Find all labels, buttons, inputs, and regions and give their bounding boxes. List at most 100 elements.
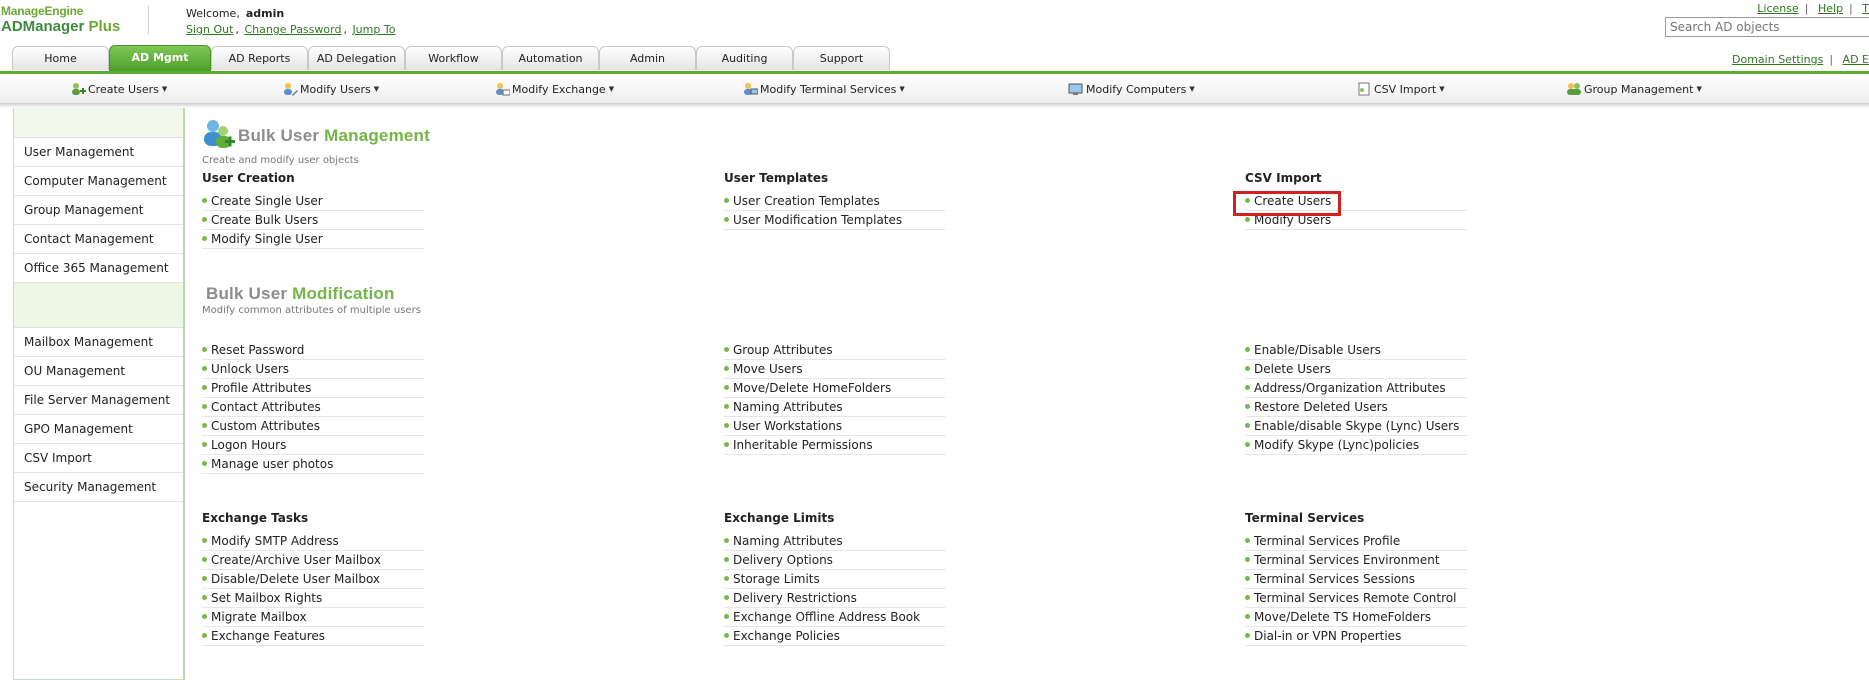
link-create-archive-user-mailbox[interactable]: Create/Archive User Mailbox	[202, 551, 424, 570]
link-exchange-offline-address-book[interactable]: Exchange Offline Address Book	[724, 608, 946, 627]
sidebar-item-contact-management[interactable]: Contact Management	[14, 225, 184, 254]
sidebar-item-computer-management[interactable]: Computer Management	[14, 167, 184, 196]
link-reset-password[interactable]: Reset Password	[202, 341, 424, 360]
jump-to-link[interactable]: Jump To	[352, 23, 395, 36]
bulk-user-management-icon	[204, 120, 235, 148]
link-ts-remote-control[interactable]: Terminal Services Remote Control	[1245, 589, 1467, 608]
group-title-exchange-tasks: Exchange Tasks	[202, 511, 309, 525]
ad-explorer-link[interactable]: AD E	[1843, 53, 1869, 66]
link-delivery-options[interactable]: Delivery Options	[724, 551, 946, 570]
link-disable-delete-user-mailbox[interactable]: Disable/Delete User Mailbox	[202, 570, 424, 589]
section-description: Create and modify user objects	[202, 155, 359, 166]
link-enable-disable-skype-users[interactable]: Enable/disable Skype (Lync) Users	[1245, 417, 1467, 436]
link-enable-disable-users[interactable]: Enable/Disable Users	[1245, 341, 1467, 360]
tab-home[interactable]: Home	[12, 46, 109, 70]
link-move-delete-ts-homefolders[interactable]: Move/Delete TS HomeFolders	[1245, 608, 1467, 627]
submenu-label: Group Management	[1584, 82, 1694, 96]
link-profile-attributes[interactable]: Profile Attributes	[202, 379, 424, 398]
sidebar-item-csv-import[interactable]: CSV Import	[14, 444, 184, 473]
sign-out-link[interactable]: Sign Out	[186, 23, 233, 36]
link-storage-limits[interactable]: Storage Limits	[724, 570, 946, 589]
submenu-group-management[interactable]: Group Management ▼	[1566, 81, 1702, 97]
sidebar-item-file-server-management[interactable]: File Server Management	[14, 386, 184, 415]
link-exchange-features[interactable]: Exchange Features	[202, 627, 424, 646]
app-logo[interactable]: ManageEngine ADManager Plus	[1, 4, 120, 36]
submenu-label: Modify Computers	[1086, 82, 1187, 96]
sidebar-divider	[14, 283, 184, 328]
tab-ad-delegation[interactable]: AD Delegation	[308, 46, 405, 70]
sidebar: User Management Computer Management Grou…	[13, 108, 185, 680]
sidebar-item-ou-management[interactable]: OU Management	[14, 357, 184, 386]
link-modify-skype-policies[interactable]: Modify Skype (Lync)policies	[1245, 436, 1467, 455]
link-ts-profile[interactable]: Terminal Services Profile	[1245, 532, 1467, 551]
main-content: Bulk User Management Create and modify u…	[200, 108, 1869, 680]
help-link[interactable]: Help	[1818, 2, 1843, 15]
link-csv-modify-users[interactable]: Modify Users	[1245, 211, 1467, 230]
sidebar-item-security-management[interactable]: Security Management	[14, 473, 184, 502]
right-links: Domain Settings | AD E	[1732, 53, 1869, 66]
tab-admin[interactable]: Admin	[599, 46, 696, 70]
exchange-limits-list: Naming Attributes Delivery Options Stora…	[724, 532, 946, 646]
link-modify-smtp-address[interactable]: Modify SMTP Address	[202, 532, 424, 551]
tab-auditing[interactable]: Auditing	[696, 46, 793, 70]
link-custom-attributes[interactable]: Custom Attributes	[202, 417, 424, 436]
link-user-creation-templates[interactable]: User Creation Templates	[724, 192, 946, 211]
sidebar-item-gpo-management[interactable]: GPO Management	[14, 415, 184, 444]
domain-settings-link[interactable]: Domain Settings	[1732, 53, 1823, 66]
tab-ad-reports[interactable]: AD Reports	[211, 46, 308, 70]
link-exchange-naming-attributes[interactable]: Naming Attributes	[724, 532, 946, 551]
submenu-modify-terminal-services[interactable]: Modify Terminal Services ▼	[742, 81, 905, 97]
link-user-workstations[interactable]: User Workstations	[724, 417, 946, 436]
sidebar-item-user-management[interactable]: User Management	[14, 138, 184, 167]
welcome-label: Welcome,	[186, 7, 240, 20]
link-ts-sessions[interactable]: Terminal Services Sessions	[1245, 570, 1467, 589]
header: ManageEngine ADManager Plus Welcome, admi…	[0, 0, 1869, 46]
link-delete-users[interactable]: Delete Users	[1245, 360, 1467, 379]
submenu-modify-exchange[interactable]: Modify Exchange ▼	[494, 81, 614, 97]
section-title: Bulk User Management	[238, 126, 431, 145]
link-exchange-policies[interactable]: Exchange Policies	[724, 627, 946, 646]
link-dial-in-vpn-properties[interactable]: Dial-in or VPN Properties	[1245, 627, 1467, 646]
license-link[interactable]: License	[1757, 2, 1798, 15]
submenu-modify-computers[interactable]: Modify Computers ▼	[1068, 81, 1195, 97]
link-logon-hours[interactable]: Logon Hours	[202, 436, 424, 455]
link-user-modification-templates[interactable]: User Modification Templates	[724, 211, 946, 230]
link-inheritable-permissions[interactable]: Inheritable Permissions	[724, 436, 946, 455]
talk-back-link[interactable]: T	[1862, 2, 1869, 15]
section-description: Modify common attributes of multiple use…	[202, 305, 421, 316]
link-ts-environment[interactable]: Terminal Services Environment	[1245, 551, 1467, 570]
section-title: Bulk User Modification	[206, 284, 395, 303]
link-create-single-user[interactable]: Create Single User	[202, 192, 424, 211]
link-unlock-users[interactable]: Unlock Users	[202, 360, 424, 379]
link-modify-single-user[interactable]: Modify Single User	[202, 230, 424, 249]
link-set-mailbox-rights[interactable]: Set Mailbox Rights	[202, 589, 424, 608]
link-contact-attributes[interactable]: Contact Attributes	[202, 398, 424, 417]
search-input[interactable]	[1665, 17, 1869, 37]
logo-divider	[148, 6, 149, 34]
modify-users-icon	[282, 81, 298, 97]
link-delivery-restrictions[interactable]: Delivery Restrictions	[724, 589, 946, 608]
tab-support[interactable]: Support	[793, 46, 890, 70]
tab-workflow[interactable]: Workflow	[405, 46, 502, 70]
tab-automation[interactable]: Automation	[502, 46, 599, 70]
submenu-csv-import[interactable]: CSV Import ▼	[1356, 81, 1445, 97]
link-manage-user-photos[interactable]: Manage user photos	[202, 455, 424, 474]
sidebar-item-group-management[interactable]: Group Management	[14, 196, 184, 225]
group-title-user-templates: User Templates	[724, 171, 829, 185]
link-restore-deleted-users[interactable]: Restore Deleted Users	[1245, 398, 1467, 417]
link-address-organization-attributes[interactable]: Address/Organization Attributes	[1245, 379, 1467, 398]
link-naming-attributes[interactable]: Naming Attributes	[724, 398, 946, 417]
link-create-bulk-users[interactable]: Create Bulk Users	[202, 211, 424, 230]
bulk-user-modification-header: Bulk User Modification	[206, 284, 395, 304]
sidebar-item-office-365-management[interactable]: Office 365 Management	[14, 254, 184, 283]
change-password-link[interactable]: Change Password	[244, 23, 341, 36]
submenu-modify-users[interactable]: Modify Users ▼	[282, 81, 379, 97]
tab-ad-mgmt[interactable]: AD Mgmt	[109, 45, 211, 71]
link-group-attributes[interactable]: Group Attributes	[724, 341, 946, 360]
sidebar-item-mailbox-management[interactable]: Mailbox Management	[14, 328, 184, 357]
link-move-users[interactable]: Move Users	[724, 360, 946, 379]
link-move-delete-homefolders[interactable]: Move/Delete HomeFolders	[724, 379, 946, 398]
link-migrate-mailbox[interactable]: Migrate Mailbox	[202, 608, 424, 627]
submenu-create-users[interactable]: Create Users ▼	[70, 81, 167, 97]
link-csv-create-users[interactable]: Create Users	[1245, 192, 1467, 211]
